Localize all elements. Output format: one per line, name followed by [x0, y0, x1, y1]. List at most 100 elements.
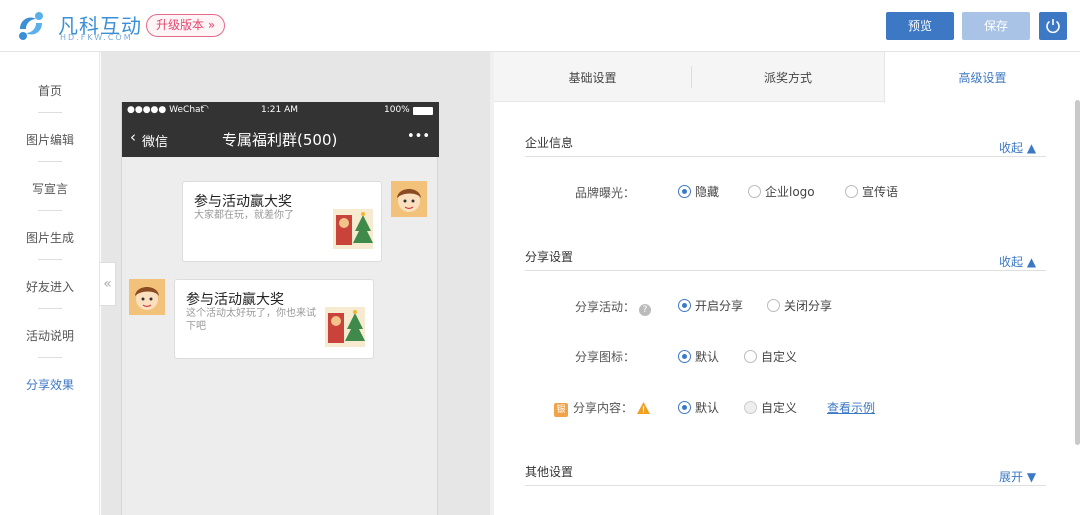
message-thumbnail — [325, 307, 365, 347]
brand-option-hide[interactable]: 隐藏 — [678, 183, 719, 200]
wifi-icon: ◠ — [201, 104, 209, 114]
scrollbar[interactable] — [1075, 100, 1080, 445]
section-divider — [525, 485, 1046, 486]
phone-status-bar: ●●●●● WeChat ◠ 1:21 AM 100% — [122, 102, 439, 119]
nav-item-share-effect[interactable]: 分享效果 — [0, 376, 100, 393]
logo-subtext: HD.FKW.COM — [60, 33, 133, 42]
upgrade-button[interactable]: 升级版本 » — [146, 14, 226, 37]
radio-label: 开启分享 — [695, 299, 744, 313]
nav-divider — [38, 259, 62, 260]
radio-checked-icon — [678, 350, 691, 363]
settings-panel: 基础设置 派奖方式 高级设置 企业信息 收起 ▲ 品牌曝光： 隐藏 企业logo… — [494, 52, 1080, 515]
message-desc: 这个活动太好玩了，你也来试下吧 — [186, 308, 316, 332]
help-icon[interactable]: ? — [639, 304, 652, 316]
signal-text: ●●●●● WeChat — [127, 105, 205, 115]
section-divider — [525, 156, 1046, 157]
collapse-company-toggle[interactable]: 收起 ▲ — [999, 139, 1036, 156]
power-icon — [1046, 19, 1060, 34]
boy-avatar-icon — [129, 279, 165, 315]
share-content-label-text: 分享内容： — [573, 401, 634, 415]
left-nav: 首页 图片编辑 写宣言 图片生成 好友进入 活动说明 分享效果 — [0, 52, 100, 515]
share-option-off[interactable]: 关闭分享 — [767, 297, 832, 314]
status-time: 1:21 AM — [261, 105, 298, 115]
top-header: 凡科互动 HD.FKW.COM 升级版本 » 预览 保存 — [0, 0, 1080, 52]
message-title: 参与活动赢大奖 — [186, 292, 284, 308]
avatar — [129, 279, 165, 315]
battery-text: 100% — [384, 105, 410, 115]
message-thumbnail — [333, 209, 373, 249]
radio-label: 企业logo — [765, 185, 815, 199]
power-button[interactable] — [1039, 12, 1067, 40]
nav-divider — [38, 112, 62, 113]
share-icon-label: 分享图标： — [575, 350, 636, 364]
silver-badge-icon: 银 — [554, 403, 568, 417]
avatar — [391, 181, 427, 217]
message-title: 参与活动赢大奖 — [194, 194, 292, 210]
settings-tabs: 基础设置 派奖方式 高级设置 — [494, 52, 1080, 103]
collapse-preview-button[interactable]: « — [100, 262, 116, 306]
nav-item-activity-info[interactable]: 活动说明 — [0, 327, 100, 344]
share-activity-label: 分享活动：? — [575, 298, 652, 316]
chat-title: 专属福利群(500) — [222, 131, 338, 149]
collapse-share-toggle[interactable]: 收起 ▲ — [999, 253, 1036, 270]
nav-item-image-edit[interactable]: 图片编辑 — [0, 131, 100, 148]
share-option-on[interactable]: 开启分享 — [678, 297, 743, 314]
radio-checked-icon — [678, 401, 691, 414]
view-example-link[interactable]: 查看示例 — [827, 399, 875, 416]
radio-icon — [744, 350, 757, 363]
radio-label: 自定义 — [761, 401, 798, 415]
section-title-other: 其他设置 — [525, 465, 574, 479]
nav-item-manifesto[interactable]: 写宣言 — [0, 180, 100, 197]
radio-label: 自定义 — [761, 350, 798, 364]
radio-label: 宣传语 — [862, 185, 899, 199]
nav-item-image-generate[interactable]: 图片生成 — [0, 229, 100, 246]
brand-option-slogan[interactable]: 宣传语 — [845, 183, 898, 200]
section-divider — [525, 270, 1046, 271]
brand-exposure-label: 品牌曝光： — [575, 186, 636, 200]
share-content-default[interactable]: 默认 — [678, 399, 719, 416]
back-label: 微信 — [142, 135, 169, 150]
share-icon-custom[interactable]: 自定义 — [744, 348, 797, 365]
back-chevron-icon: ‹ — [130, 128, 136, 146]
radio-label: 关闭分享 — [784, 299, 833, 313]
radio-checked-icon — [678, 299, 691, 312]
share-activity-label-text: 分享活动： — [575, 300, 636, 314]
radio-icon — [748, 185, 761, 198]
radio-icon — [767, 299, 780, 312]
share-icon-default[interactable]: 默认 — [678, 348, 719, 365]
radio-icon — [845, 185, 858, 198]
battery-icon — [413, 107, 433, 115]
nav-divider — [38, 210, 62, 211]
radio-label: 默认 — [695, 401, 720, 415]
phone-mockup: ●●●●● WeChat ◠ 1:21 AM 100% ‹ 微信 专属福利群(5… — [121, 102, 439, 515]
warning-icon[interactable] — [637, 402, 651, 414]
share-content-custom[interactable]: 自定义 — [744, 399, 797, 416]
radio-disabled-icon — [744, 401, 757, 414]
more-icon: ••• — [407, 129, 431, 144]
section-title-share: 分享设置 — [525, 250, 574, 264]
expand-other-toggle[interactable]: 展开 ▼ — [999, 468, 1036, 485]
nav-item-home[interactable]: 首页 — [0, 82, 100, 99]
tab-basic-settings[interactable]: 基础设置 — [494, 52, 691, 102]
tab-prize-method[interactable]: 派奖方式 — [692, 52, 884, 102]
radio-checked-icon — [678, 185, 691, 198]
double-chevron-left-icon: « — [103, 276, 112, 292]
preview-button[interactable]: 预览 — [886, 12, 954, 40]
phone-nav-bar: ‹ 微信 专属福利群(500) ••• — [122, 119, 439, 157]
share-content-label: 银分享内容： — [554, 399, 651, 417]
christmas-image-icon — [333, 209, 373, 249]
christmas-image-icon — [325, 307, 365, 347]
nav-item-friend-entry[interactable]: 好友进入 — [0, 278, 100, 295]
brand-option-logo[interactable]: 企业logo — [748, 183, 815, 200]
nav-divider — [38, 357, 62, 358]
logo-icon — [19, 12, 43, 40]
tab-advanced-settings[interactable]: 高级设置 — [884, 52, 1080, 103]
radio-label: 默认 — [695, 350, 720, 364]
nav-divider — [38, 308, 62, 309]
share-card-message: 参与活动赢大奖 这个活动太好玩了，你也来试下吧 — [174, 279, 374, 359]
save-button[interactable]: 保存 — [962, 12, 1030, 40]
message-desc: 大家都在玩，就差你了 — [194, 210, 294, 221]
section-title-company: 企业信息 — [525, 136, 574, 150]
nav-divider — [38, 161, 62, 162]
boy-avatar-icon — [391, 181, 427, 217]
